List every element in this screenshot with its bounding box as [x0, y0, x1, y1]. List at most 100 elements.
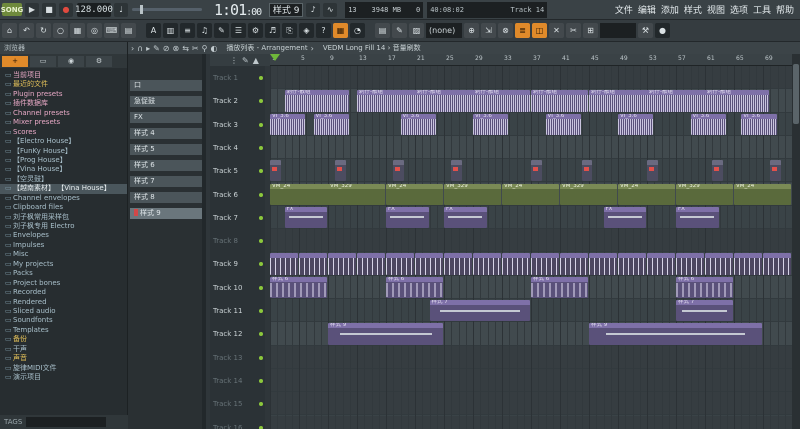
pattern-item[interactable]: 样式 8 — [130, 192, 202, 203]
time-display[interactable]: 1:01:00 — [214, 1, 262, 19]
browser-item[interactable]: ▭Sliced audio — [0, 307, 127, 316]
clip[interactable]: VI_3.6 — [313, 113, 349, 135]
tab-gear-icon[interactable]: ⚙ — [86, 55, 112, 67]
track-mute-led[interactable] — [259, 355, 263, 360]
clip[interactable]: 样式 7 — [429, 300, 530, 322]
tags-input[interactable] — [26, 417, 107, 427]
clip[interactable]: VM_24 — [734, 183, 791, 205]
clip[interactable]: FX — [676, 206, 719, 229]
clip[interactable] — [560, 253, 588, 275]
song-mode-badge[interactable]: SONG — [1, 3, 23, 16]
clip[interactable] — [531, 160, 542, 182]
track-label[interactable]: Track 6 — [213, 191, 238, 199]
scroll-icon[interactable]: ⇲ — [481, 23, 496, 38]
browser-item[interactable]: ▭当前项目 — [0, 71, 127, 80]
pattern-item[interactable]: 口 — [130, 80, 202, 91]
clip[interactable]: 样式 7 — [676, 300, 733, 322]
track-mute-led[interactable] — [259, 192, 263, 197]
track-label[interactable]: Track 7 — [213, 214, 238, 222]
browser-item[interactable]: ▭刘子枫专用 Electro — [0, 222, 127, 231]
browser-item[interactable]: ▭Soundfonts — [0, 316, 127, 325]
mute-tool-icon[interactable]: ⊗ — [172, 44, 179, 53]
clip[interactable]: 样式 6 — [270, 276, 327, 298]
play-truncated-icon[interactable]: ◫ — [532, 23, 547, 38]
clip[interactable] — [647, 253, 675, 275]
slice-tool-icon[interactable]: ✂ — [192, 44, 199, 53]
browser-item[interactable]: ▭【越南素材】 【Vina House】 — [0, 184, 127, 194]
clip[interactable]: VM_24 — [270, 183, 335, 205]
arrow-left-icon[interactable]: › — [131, 44, 134, 53]
clip[interactable]: 样式 6 — [676, 276, 733, 298]
master-pitch-slider[interactable] — [132, 5, 202, 14]
clip[interactable]: VM_329 — [444, 183, 501, 205]
clip[interactable] — [270, 160, 281, 182]
track-mute-led[interactable] — [259, 122, 263, 127]
clip[interactable] — [618, 253, 646, 275]
pattern-item[interactable]: 样式 9 — [130, 208, 202, 219]
clip[interactable]: VI_3.6 — [618, 113, 654, 135]
record-icon[interactable]: ● — [59, 2, 73, 17]
plugin-icon[interactable]: ✎ — [214, 23, 229, 38]
clip[interactable] — [444, 253, 472, 275]
track-mute-led[interactable] — [259, 309, 263, 313]
browser-item[interactable]: ▭【Electro House】 — [0, 137, 127, 146]
paint-tool-icon[interactable]: ✎ — [153, 44, 160, 53]
arrangement-grid[interactable]: 刺仔-散组 刺仔-散组 刺仔-散组 刺仔-散组 刺仔-散组 刺仔-散组 刺仔-散组 刺仔-散组… — [270, 66, 792, 429]
clip[interactable]: VM_329 — [676, 183, 733, 205]
playlist-toggle-icon[interactable]: ▦ — [333, 23, 348, 38]
blend-icon[interactable]: ◎ — [87, 23, 102, 38]
track-label[interactable]: Track 13 — [213, 354, 242, 362]
timeline-ruler[interactable]: 1 5 9 13 17 21 25 29 33 37 41 45 49 53 57 61 65 69 — [270, 54, 792, 66]
browser-item[interactable]: ▭备份 — [0, 335, 127, 344]
snap-icon[interactable]: ⋮ — [230, 56, 238, 65]
track-mute-led[interactable] — [259, 378, 263, 383]
clip[interactable]: VM_24 — [502, 183, 559, 205]
pattern-scrollbar[interactable] — [202, 54, 206, 429]
lock-icon[interactable]: ◈ — [299, 23, 314, 38]
clip[interactable]: 刺仔-散组 — [647, 90, 712, 112]
tab-all-icon[interactable]: + — [2, 55, 28, 67]
pattern-item[interactable]: 样式 7 — [130, 176, 202, 187]
track-mute-led[interactable] — [259, 285, 263, 290]
clip[interactable] — [415, 253, 443, 275]
clip[interactable] — [386, 253, 414, 275]
track-label[interactable]: Track 11 — [213, 307, 242, 315]
clip[interactable]: VM_329 — [328, 183, 385, 205]
slip-tool-icon[interactable]: ⇆ — [182, 44, 189, 53]
clip[interactable] — [712, 160, 723, 182]
stop-icon[interactable]: ■ — [42, 2, 56, 17]
menu-tools[interactable]: 工具 — [753, 3, 771, 16]
browser-item[interactable]: ▭旋律MIDI文件 — [0, 364, 127, 373]
clip[interactable]: 刺仔-散组 — [705, 90, 770, 112]
track-label[interactable]: Track 2 — [213, 97, 238, 105]
clip[interactable]: FX — [284, 206, 327, 229]
undo-icon[interactable]: ↶ — [19, 23, 34, 38]
pattern-item[interactable]: 样式 4 — [130, 128, 202, 139]
pan-icon[interactable]: ▲ — [253, 56, 259, 65]
track-label[interactable]: Track 16 — [213, 424, 242, 429]
pattern-selector[interactable]: 样式 9 — [269, 2, 304, 17]
brush-tool-icon[interactable]: ▨ — [409, 23, 424, 38]
track-mute-led[interactable] — [259, 215, 263, 220]
clip[interactable]: VI_3.6 — [545, 113, 581, 135]
clip[interactable] — [647, 160, 658, 182]
clip[interactable] — [299, 253, 327, 275]
track-mute-led[interactable] — [259, 145, 263, 150]
step-icon[interactable]: ▦ — [70, 23, 85, 38]
browser-item[interactable]: ▭【Vina House】 — [0, 165, 127, 174]
snap-selector[interactable]: (none) — [426, 23, 462, 38]
zoom-tool-icon[interactable]: ⚲ — [202, 44, 208, 53]
typing-keyboard-icon[interactable]: ⌨ — [104, 23, 119, 38]
browser-item[interactable]: ▭Templates — [0, 326, 127, 335]
browser-item[interactable]: ▭【FunKy House】 — [0, 147, 127, 156]
clip[interactable]: VI_3.6 — [270, 113, 306, 135]
menu-add[interactable]: 添加 — [661, 3, 679, 16]
clip[interactable]: 刺仔-散组 — [531, 90, 588, 112]
clip[interactable]: VI_3.6 — [473, 113, 509, 135]
menu-options[interactable]: 选项 — [730, 3, 748, 16]
browser-item[interactable]: ▭My projects — [0, 260, 127, 269]
track-label[interactable]: Track 1 — [213, 74, 238, 82]
playhead-marker[interactable] — [270, 54, 280, 61]
channel-icon[interactable]: ▥ — [163, 23, 178, 38]
tool-a-icon[interactable]: A — [146, 23, 161, 38]
